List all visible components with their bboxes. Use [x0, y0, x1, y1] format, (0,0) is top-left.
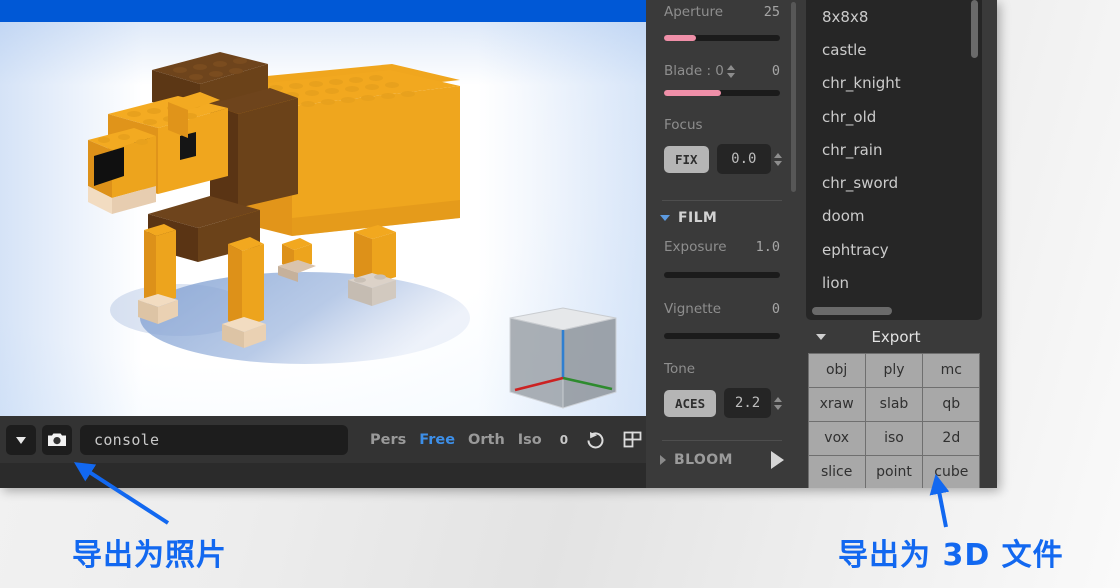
- export-section-header[interactable]: Export: [806, 322, 982, 352]
- export-iso-button[interactable]: iso: [865, 421, 923, 456]
- section-bloom[interactable]: BLOOM: [646, 441, 798, 479]
- blade-slider[interactable]: [664, 90, 780, 96]
- export-mc-button[interactable]: mc: [922, 353, 980, 388]
- model-list-horizontal-scrollbar[interactable]: [812, 307, 892, 315]
- caret-right-icon: [660, 455, 666, 465]
- blade-stepper[interactable]: [727, 65, 735, 78]
- export-format-grid: obj ply mc xraw slab qb vox iso 2d slice…: [808, 353, 980, 488]
- blade-value: 0: [772, 63, 780, 79]
- list-item[interactable]: chr_rain: [806, 133, 982, 166]
- brick-grid-icon[interactable]: [622, 429, 643, 450]
- caret-down-icon: [660, 215, 670, 221]
- export-cube-button[interactable]: cube: [922, 455, 980, 489]
- blade-label: Blade : 0: [664, 63, 724, 79]
- vignette-label: Vignette: [664, 301, 721, 317]
- orientation-cube-gizmo[interactable]: [498, 300, 628, 416]
- bloom-play-icon[interactable]: [771, 451, 784, 469]
- exposure-slider[interactable]: [664, 272, 780, 278]
- rotate-icon[interactable]: [584, 429, 606, 451]
- render-settings-panel: Aperture 25 Blade : 0 0 Focus FIX 0.0: [646, 0, 798, 488]
- focus-label: Focus: [664, 117, 703, 133]
- export-ply-button[interactable]: ply: [865, 353, 923, 388]
- window-title-bar: [0, 0, 646, 22]
- tone-row: Tone: [646, 357, 798, 381]
- export-section-title: Export: [826, 328, 966, 346]
- list-item[interactable]: doom: [806, 200, 982, 233]
- aperture-slider[interactable]: [664, 35, 780, 41]
- model-export-panel: 8x8x8 castle chr_knight chr_old chr_rain…: [798, 0, 997, 488]
- list-item[interactable]: ephtracy: [806, 233, 982, 266]
- list-item[interactable]: chr_sword: [806, 166, 982, 199]
- export-xraw-button[interactable]: xraw: [808, 387, 866, 422]
- model-list[interactable]: 8x8x8 castle chr_knight chr_old chr_rain…: [806, 0, 982, 320]
- focus-value-field[interactable]: 0.0: [717, 144, 771, 174]
- chevron-down-icon[interactable]: [6, 425, 36, 455]
- chevron-down-glyph: [14, 433, 28, 447]
- export-slab-button[interactable]: slab: [865, 387, 923, 422]
- app-window: console Pers Free Orth Iso 0: [0, 0, 997, 488]
- camera-icon[interactable]: [42, 425, 72, 455]
- camera-glyph: [47, 431, 67, 448]
- viewport-3d[interactable]: [0, 22, 646, 416]
- caret-down-icon: [816, 334, 826, 340]
- annotation-label-export-3d: 导出为 3D 文件: [838, 530, 1064, 574]
- vignette-row: Vignette 0: [646, 297, 798, 321]
- exposure-label: Exposure: [664, 239, 727, 255]
- projection-mode-orth[interactable]: Orth: [468, 432, 505, 448]
- export-vox-button[interactable]: vox: [808, 421, 866, 456]
- list-item[interactable]: lion: [806, 266, 982, 299]
- annotation-label-export-photo: 导出为照片: [72, 530, 227, 574]
- section-film-title: FILM: [678, 210, 717, 226]
- frame-counter: 0: [560, 433, 568, 447]
- tone-mode-button[interactable]: ACES: [664, 390, 716, 417]
- aperture-row: Aperture 25: [646, 0, 798, 24]
- projection-mode-group: Pers Free Orth Iso: [370, 432, 542, 448]
- export-qb-button[interactable]: qb: [922, 387, 980, 422]
- voxel-lion-model: [60, 22, 490, 416]
- blade-row: Blade : 0 0: [646, 58, 798, 84]
- list-item[interactable]: 8x8x8: [806, 0, 982, 33]
- export-slice-button[interactable]: slice: [808, 455, 866, 489]
- tone-value-field[interactable]: 2.2: [724, 388, 771, 418]
- focus-mode-button[interactable]: FIX: [664, 146, 709, 173]
- rotate-glyph: [584, 429, 606, 451]
- export-2d-button[interactable]: 2d: [922, 421, 980, 456]
- vignette-value: 0: [772, 301, 780, 317]
- list-item[interactable]: chr_old: [806, 100, 982, 133]
- export-obj-button[interactable]: obj: [808, 353, 866, 388]
- exposure-row: Exposure 1.0: [646, 235, 798, 259]
- projection-mode-pers[interactable]: Pers: [370, 432, 406, 448]
- list-item[interactable]: chr_knight: [806, 67, 982, 100]
- aperture-value: 25: [764, 4, 780, 20]
- vignette-slider[interactable]: [664, 333, 780, 339]
- projection-mode-iso[interactable]: Iso: [518, 432, 542, 448]
- aperture-label: Aperture: [664, 4, 723, 20]
- focus-controls: FIX 0.0: [646, 144, 798, 174]
- focus-stepper[interactable]: [774, 153, 782, 166]
- console-input[interactable]: console: [80, 425, 348, 455]
- tone-stepper[interactable]: [774, 397, 782, 410]
- section-film[interactable]: FILM: [646, 201, 798, 235]
- brick-grid-glyph: [622, 429, 643, 450]
- model-list-vertical-scrollbar[interactable]: [971, 0, 978, 58]
- section-bloom-title: BLOOM: [674, 452, 733, 468]
- exposure-value: 1.0: [756, 239, 780, 255]
- export-point-button[interactable]: point: [865, 455, 923, 489]
- tone-label: Tone: [664, 361, 695, 377]
- tone-controls: ACES 2.2: [646, 388, 798, 418]
- focus-row: Focus: [646, 113, 798, 137]
- projection-mode-free[interactable]: Free: [419, 432, 455, 448]
- list-item[interactable]: castle: [806, 33, 982, 66]
- mid-panel-scrollbar[interactable]: [791, 2, 796, 192]
- viewport-bottom-toolbar: console Pers Free Orth Iso 0: [0, 416, 646, 463]
